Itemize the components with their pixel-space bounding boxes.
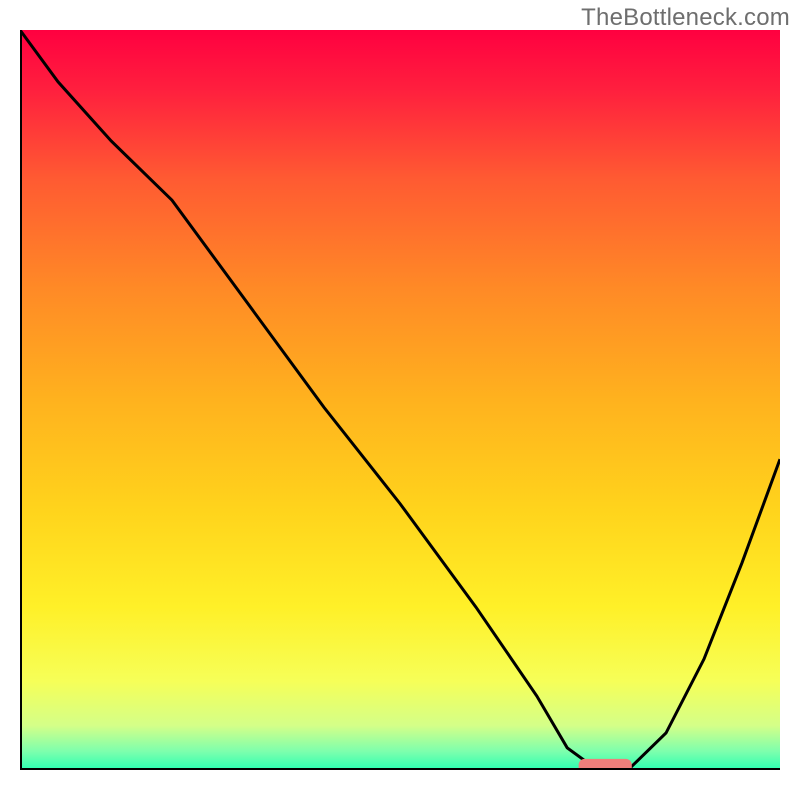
- watermark-text: TheBottleneck.com: [581, 4, 790, 32]
- plot-area: [20, 30, 780, 770]
- gradient-background: [20, 30, 780, 770]
- chart-svg: [20, 30, 780, 770]
- chart-container: TheBottleneck.com: [0, 0, 800, 800]
